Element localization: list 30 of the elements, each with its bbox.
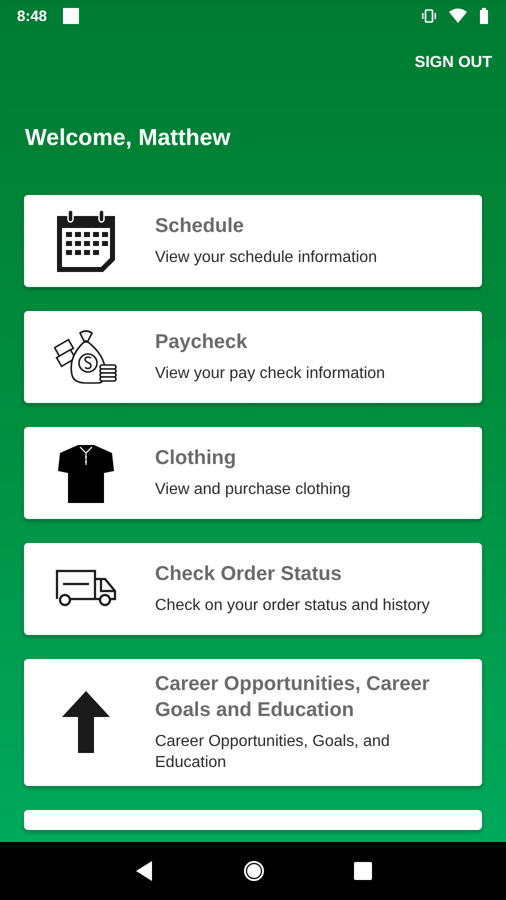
card-title: Career Opportunities, Career Goals and Education xyxy=(155,672,431,723)
calendar-icon xyxy=(55,210,117,272)
card-title: Schedule xyxy=(155,214,245,240)
menu-card[interactable]: Schedule View your schedule information xyxy=(24,195,482,287)
card-subtitle: Career Opportunities, Goals, and Education xyxy=(155,732,391,773)
vibrate-icon xyxy=(421,8,437,24)
truck-icon xyxy=(55,569,117,609)
card-title: Clothing xyxy=(155,446,238,472)
welcome-heading: Welcome, Matthew xyxy=(25,124,232,151)
menu-card[interactable]: Paycheck View your pay check information xyxy=(24,311,482,403)
sign-out-button[interactable]: SIGN OUT xyxy=(410,50,496,76)
menu-card[interactable]: Check Order Status Check on your order status and history xyxy=(24,543,482,635)
recents-icon[interactable] xyxy=(354,862,372,880)
battery-icon xyxy=(479,8,489,24)
notification-icon xyxy=(63,8,80,24)
shirt-icon xyxy=(58,443,114,503)
clock-time: 8:48 xyxy=(17,8,48,24)
back-icon[interactable] xyxy=(134,860,154,882)
card-subtitle: View and purchase clothing xyxy=(155,480,350,500)
home-icon[interactable] xyxy=(242,860,265,882)
menu-card[interactable]: Clothing View and purchase clothing xyxy=(24,427,482,519)
wifi-icon xyxy=(449,8,467,24)
up-arrow-icon xyxy=(62,691,110,754)
money-bag-icon xyxy=(54,329,118,385)
card-subtitle: View your schedule information xyxy=(155,248,378,268)
menu-card[interactable]: Career Opportunities, Career Goals and Education Career Opportunities, Goals, and Education xyxy=(24,659,482,786)
card-title: Check Order Status xyxy=(155,562,343,588)
card-subtitle: View your pay check information xyxy=(155,364,386,384)
card-title: Paycheck xyxy=(155,330,248,356)
card-subtitle: Check on your order status and history xyxy=(155,596,430,616)
